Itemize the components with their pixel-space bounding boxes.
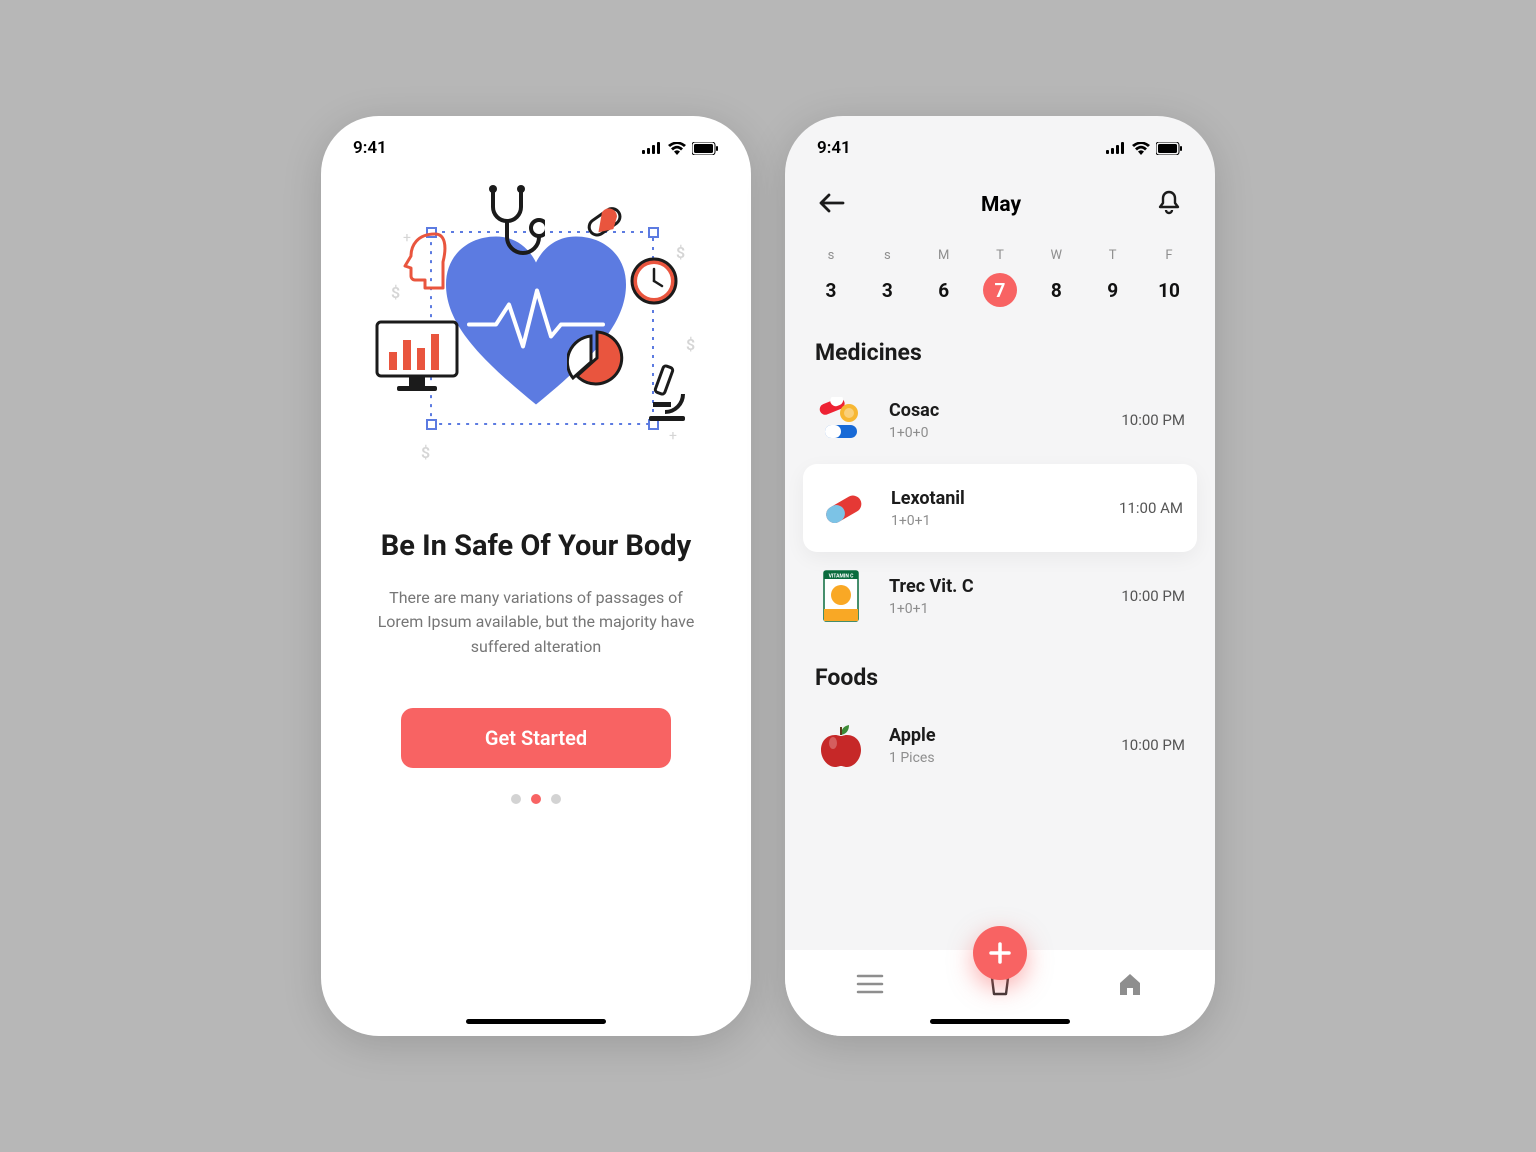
foods-section-title: Foods: [785, 640, 1215, 701]
bell-icon: [1157, 190, 1181, 216]
calendar-day[interactable]: s3: [865, 248, 909, 307]
agenda-screen: 9:41 May s3 s3 M6 T7 W8 T9 F10 Medicines: [785, 116, 1215, 1036]
add-button[interactable]: [973, 926, 1027, 980]
medicine-name: Cosac: [889, 400, 1099, 421]
onboarding-title: Be In Safe Of Your Body: [361, 528, 711, 566]
arrow-left-icon: [819, 193, 845, 213]
capsule-icon: [583, 200, 625, 242]
status-bar: 9:41: [785, 116, 1215, 168]
home-icon: [1116, 971, 1144, 997]
medicine-time: 10:00 PM: [1121, 587, 1185, 605]
medicine-name: Lexotanil: [891, 488, 1097, 509]
status-time: 9:41: [353, 138, 387, 158]
food-item[interactable]: Apple 1 Pices 10:00 PM: [785, 701, 1215, 789]
calendar-day[interactable]: F10: [1147, 248, 1191, 307]
calendar-day[interactable]: M6: [922, 248, 966, 307]
stethoscope-icon: [475, 184, 545, 264]
calendar-strip: s3 s3 M6 T7 W8 T9 F10: [785, 234, 1215, 315]
get-started-button[interactable]: Get Started: [401, 708, 671, 768]
medicines-section-title: Medicines: [785, 315, 1215, 376]
medicine-time: 10:00 PM: [1121, 411, 1185, 429]
svg-text:$: $: [421, 443, 430, 462]
menu-button[interactable]: [840, 973, 900, 995]
page-dot[interactable]: [551, 794, 561, 804]
apple-icon: [815, 719, 867, 771]
page-indicator: [321, 794, 751, 804]
onboarding-screen: 9:41 $ $ $ $ + +: [321, 116, 751, 1036]
medicine-schedule: 1+0+0: [889, 425, 1099, 441]
status-bar: 9:41: [321, 116, 751, 168]
calendar-day[interactable]: T9: [1091, 248, 1135, 307]
medicine-name: Trec Vit. C: [889, 576, 1099, 597]
clock-icon: [629, 256, 679, 306]
status-time: 9:41: [817, 138, 851, 158]
battery-icon: [692, 142, 719, 155]
notifications-button[interactable]: [1153, 186, 1185, 224]
signal-icon: [1106, 142, 1126, 154]
page-dot[interactable]: [531, 794, 541, 804]
status-icons: [1106, 142, 1183, 155]
svg-text:VITAMIN C: VITAMIN C: [829, 574, 854, 580]
medicine-item[interactable]: Cosac 1+0+0 10:00 PM: [785, 376, 1215, 464]
menu-icon: [856, 973, 884, 995]
pie-chart-icon: [567, 328, 633, 394]
vitamin-box-icon: VITAMIN C: [815, 570, 867, 622]
svg-text:+: +: [669, 428, 677, 444]
svg-text:$: $: [391, 283, 400, 302]
microscope-icon: [639, 360, 693, 424]
pills-mixed-icon: [815, 394, 867, 446]
medicine-schedule: 1+0+1: [891, 513, 1097, 529]
food-quantity: 1 Pices: [889, 750, 1099, 766]
calendar-day[interactable]: s3: [809, 248, 853, 307]
medicine-item[interactable]: VITAMIN C Trec Vit. C 1+0+1 10:00 PM: [785, 552, 1215, 640]
home-button[interactable]: [1100, 971, 1160, 997]
page-dot[interactable]: [511, 794, 521, 804]
header-month: May: [981, 193, 1021, 217]
signal-icon: [642, 142, 662, 154]
calendar-day[interactable]: W8: [1034, 248, 1078, 307]
onboarding-illustration: $ $ $ $ + +: [351, 188, 721, 468]
plus-icon: [987, 940, 1013, 966]
back-button[interactable]: [815, 189, 849, 221]
medicine-schedule: 1+0+1: [889, 601, 1099, 617]
calendar-day[interactable]: T7: [978, 248, 1022, 307]
svg-text:$: $: [686, 335, 695, 354]
food-time: 10:00 PM: [1121, 736, 1185, 754]
food-name: Apple: [889, 725, 1099, 746]
home-indicator: [930, 1019, 1070, 1024]
battery-icon: [1156, 142, 1183, 155]
medicine-time: 11:00 AM: [1119, 499, 1183, 517]
medicine-item[interactable]: Lexotanil 1+0+1 11:00 AM: [803, 464, 1197, 552]
status-icons: [642, 142, 719, 155]
onboarding-description: There are many variations of passages of…: [366, 586, 706, 660]
wifi-icon: [1132, 142, 1150, 155]
monitor-chart-icon: [373, 318, 461, 398]
capsule-icon: [817, 482, 869, 534]
home-indicator: [466, 1019, 606, 1024]
head-profile-icon: [401, 232, 451, 290]
header: May: [785, 168, 1215, 234]
wifi-icon: [668, 142, 686, 155]
